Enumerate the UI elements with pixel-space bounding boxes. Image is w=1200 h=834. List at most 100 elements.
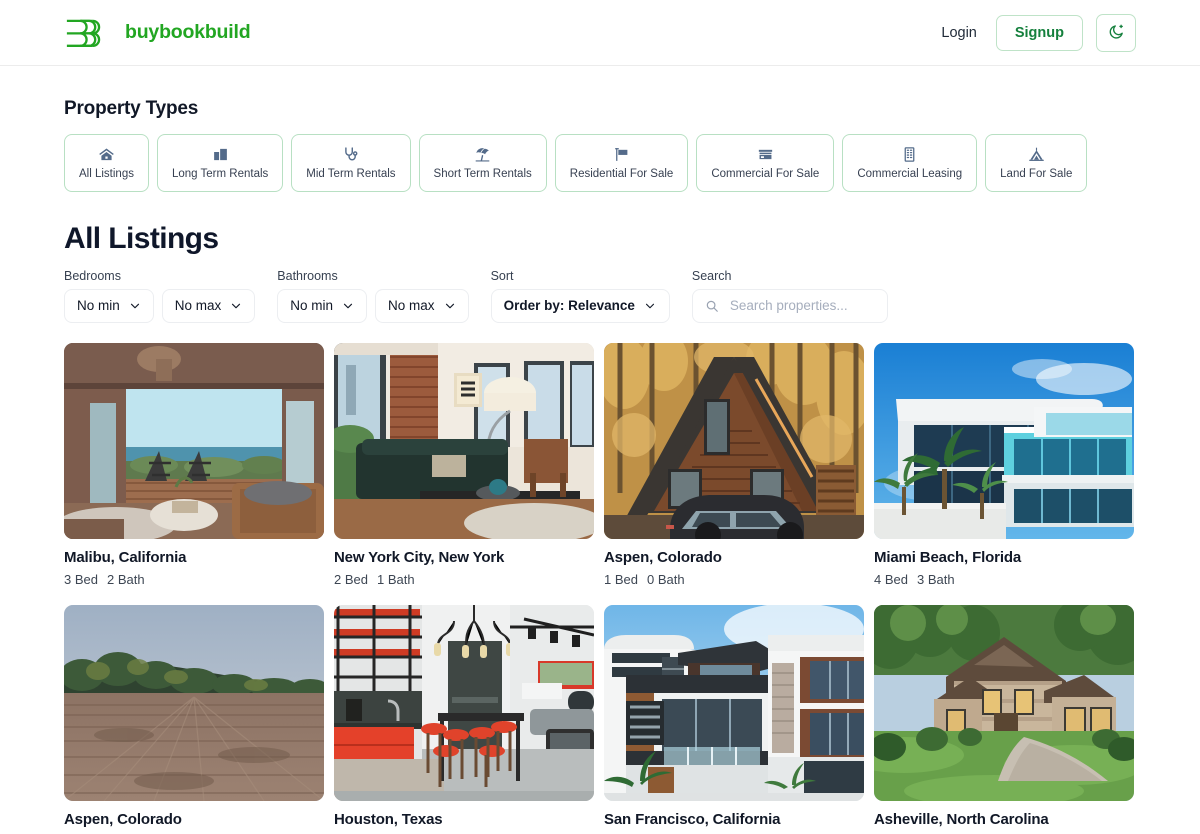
beach-umbrella-icon [474,146,491,163]
tent-icon [1028,146,1045,163]
bathrooms-min-select[interactable]: No min [277,288,368,323]
property-type-long-term-rentals[interactable]: Long Term Rentals [156,134,284,192]
property-type-mid-term-rentals[interactable]: Mid Term Rentals [291,134,411,192]
listing-beds: 2 Bed [334,571,368,587]
crescent-moon-icon [1108,23,1125,43]
login-button[interactable]: Login [935,20,982,46]
page-title: All Listings [64,222,219,255]
for-sale-sign-icon [613,146,630,163]
signup-button[interactable]: Signup [995,14,1083,51]
search-box[interactable] [691,288,888,323]
listing-baths: 2 Bath [106,571,145,587]
listing-card[interactable]: Malibu, California 3 Bed 2 Bath [64,342,324,587]
property-types-row: All Listings Long Term Rentals Mid Term … [64,134,1136,192]
listing-title: Aspen, Colorado [64,810,182,828]
apartment-building-icon [212,146,229,163]
search-icon [705,299,719,313]
listing-thumbnail[interactable] [64,342,324,539]
sort-value: Order by: Relevance [503,298,635,313]
chevron-down-icon [129,300,141,312]
listing-meta: 1 Bed 0 Bath [604,572,864,587]
listing-title: Houston, Texas [334,810,443,828]
chevron-down-icon [230,300,242,312]
listing-beds: 3 Bed [64,571,98,587]
listing-baths: 3 Bath [916,571,955,587]
listing-card[interactable]: San Francisco, California [604,604,864,834]
search-label: Search [691,269,732,283]
search-filter-group: Search [691,269,888,323]
listings-grid: Malibu, California 3 Bed 2 Bath New York… [64,342,1136,834]
bathrooms-min-value: No min [290,298,334,313]
bathrooms-max-select[interactable]: No max [375,288,469,323]
listing-thumbnail[interactable] [604,604,864,801]
bbb-logo-icon [64,17,114,49]
listing-beds: 4 Bed [874,571,908,587]
listing-card[interactable]: Aspen, Colorado 1 Bed 0 Bath [604,342,864,587]
property-type-label: Commercial Leasing [857,167,963,180]
bedrooms-min-value: No min [77,298,120,313]
property-type-label: Long Term Rentals [171,167,269,180]
listing-meta: 3 Bed 2 Bath [64,572,324,587]
bedrooms-max-value: No max [174,298,222,313]
listing-thumbnail[interactable] [334,342,594,539]
property-type-label: Mid Term Rentals [306,167,396,180]
listing-meta: 2 Bed 1 Bath [334,572,594,587]
listing-baths: 0 Bath [646,571,685,587]
property-type-label: Commercial For Sale [711,167,820,180]
listing-card[interactable]: Asheville, North Carolina [874,604,1134,834]
bedrooms-max-select[interactable]: No max [161,288,256,323]
property-type-label: Residential For Sale [569,167,674,180]
property-type-short-term-rentals[interactable]: Short Term Rentals [418,134,547,192]
property-type-label: All Listings [79,167,134,180]
property-type-label: Short Term Rentals [433,167,532,180]
stethoscope-icon [342,146,359,163]
listing-title: Asheville, North Carolina [874,810,1049,828]
listing-baths: 1 Bath [376,571,415,587]
listing-thumbnail[interactable] [334,604,594,801]
bathrooms-filter-group: Bathrooms No min No max [277,269,469,323]
listing-title: San Francisco, California [604,810,781,828]
storefront-icon [757,146,774,163]
property-type-commercial-for-sale[interactable]: Commercial For Sale [696,134,835,192]
listing-thumbnail[interactable] [874,604,1134,801]
bathrooms-label: Bathrooms [277,269,338,283]
listing-card[interactable]: Aspen, Colorado [64,604,324,834]
bedrooms-min-select[interactable]: No min [64,288,154,323]
property-type-all-listings[interactable]: All Listings [64,134,149,192]
listing-card[interactable]: New York City, New York 2 Bed 1 Bath [334,342,594,587]
page-content: Property Types All Listings Long Term Re… [0,98,1200,834]
listing-card[interactable]: Miami Beach, Florida 4 Bed 3 Bath [874,342,1134,587]
bedrooms-filter-group: Bedrooms No min No max [64,269,256,323]
listing-beds: 1 Bed [604,571,638,587]
chevron-down-icon [444,300,456,312]
property-type-commercial-leasing[interactable]: Commercial Leasing [842,134,978,192]
house-icon [98,146,115,163]
brand-name: buybookbuild [125,21,251,43]
listing-thumbnail[interactable] [604,342,864,539]
chevron-down-icon [342,300,354,312]
theme-toggle-button[interactable] [1096,13,1136,52]
property-type-residential-for-sale[interactable]: Residential For Sale [554,134,689,192]
listing-thumbnail[interactable] [64,604,324,801]
header-actions: Login Signup [935,13,1136,52]
property-type-label: Land For Sale [1000,167,1073,180]
site-header: buybookbuild Login Signup [0,0,1200,66]
property-types-heading: Property Types [64,98,199,119]
brand-logo[interactable]: buybookbuild [64,17,251,49]
filter-bar: Bedrooms No min No max Bathrooms No min … [64,270,1136,323]
listing-card[interactable]: Houston, Texas [334,604,594,834]
property-type-land-for-sale[interactable]: Land For Sale [985,134,1088,192]
search-input[interactable] [727,297,875,314]
chevron-down-icon [644,300,656,312]
listing-thumbnail[interactable] [874,342,1134,539]
sort-label: Sort [490,269,514,283]
sort-select[interactable]: Order by: Relevance [490,288,670,323]
bedrooms-label: Bedrooms [64,269,121,283]
office-building-icon [901,146,918,163]
listing-title: New York City, New York [334,548,505,566]
sort-filter-group: Sort Order by: Relevance [490,269,670,323]
listing-title: Aspen, Colorado [604,548,722,566]
listing-title: Miami Beach, Florida [874,548,1022,566]
listing-meta: 4 Bed 3 Bath [874,572,1134,587]
bathrooms-max-value: No max [388,298,435,313]
